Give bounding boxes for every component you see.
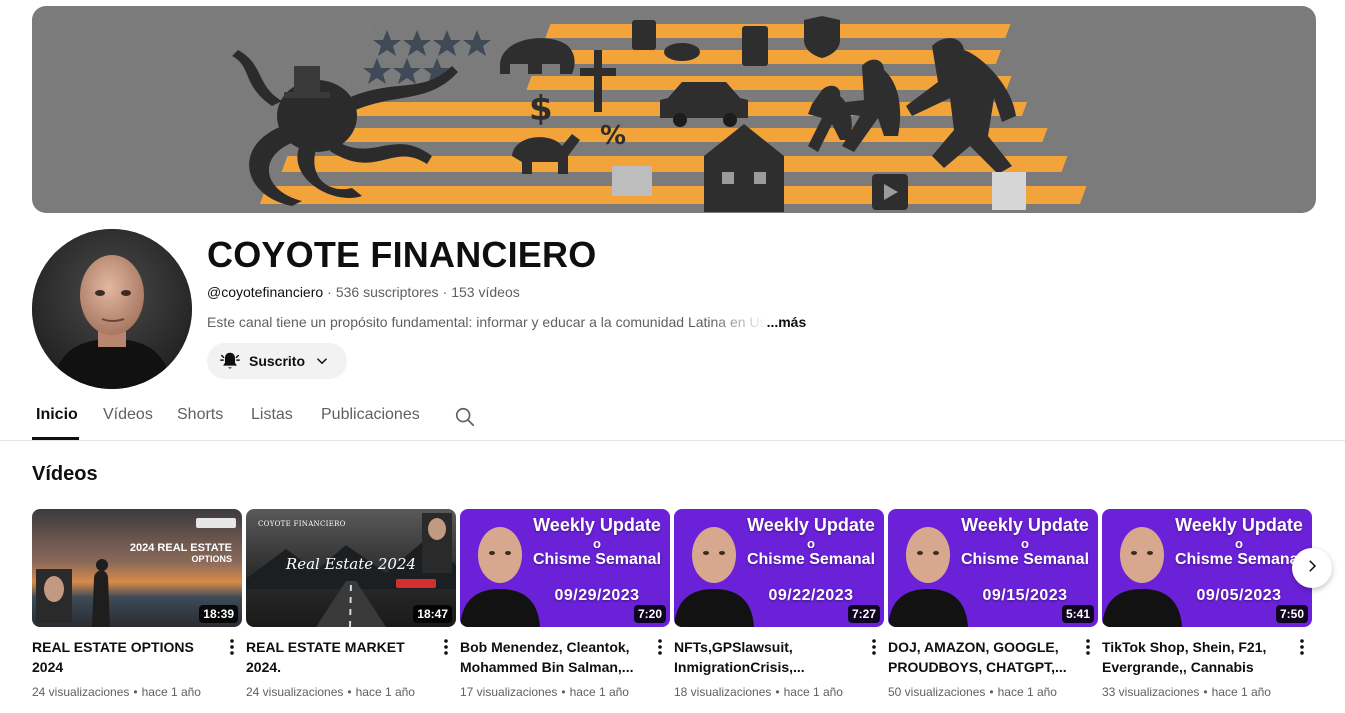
- video-card[interactable]: Weekly Update o Chisme Semanal 09/15/202…: [888, 509, 1098, 699]
- video-stats: 33 visualizaciones • hace 1 año: [1102, 685, 1271, 699]
- video-title[interactable]: TikTok Shop, Shein, F21, Evergrande,, Ca…: [1102, 637, 1290, 677]
- channel-handle[interactable]: @coyotefinanciero: [207, 284, 323, 300]
- video-stats: 17 visualizaciones • hace 1 año: [460, 685, 629, 699]
- tab-listas[interactable]: Listas: [251, 406, 293, 424]
- avatar-image: [32, 229, 192, 389]
- thumbnail-brand: COYOTE FINANCIERO: [258, 520, 346, 528]
- view-count: 18 visualizaciones: [674, 685, 772, 699]
- svg-text:$: $: [529, 89, 553, 129]
- thumbnail-date: 09/22/2023: [768, 587, 854, 604]
- thumbnail-line-1: Weekly Update: [533, 515, 661, 535]
- video-thumbnail[interactable]: 2024 REAL ESTATE OPTIONS 18:39: [32, 509, 242, 627]
- more-link[interactable]: ...más: [767, 314, 807, 330]
- thumbnail-line-1: Weekly Update: [747, 515, 875, 535]
- more-vert-icon[interactable]: [650, 637, 670, 657]
- thumbnail-line-1: Weekly Update: [1175, 515, 1303, 535]
- video-thumbnail[interactable]: Weekly Update o Chisme Semanal 09/22/202…: [674, 509, 884, 627]
- channel-avatar[interactable]: [32, 229, 192, 389]
- section-title: Vídeos: [32, 463, 98, 485]
- video-title[interactable]: REAL ESTATE OPTIONS 2024: [32, 637, 220, 677]
- thumbnail-date: 09/05/2023: [1196, 587, 1282, 604]
- thumbnail-line-3: Chisme Semanal: [960, 551, 1090, 568]
- upload-age: hace 1 año: [1211, 685, 1271, 699]
- thumbnail-line-2: o: [1235, 536, 1243, 551]
- video-title[interactable]: REAL ESTATE MARKET 2024.: [246, 637, 434, 677]
- more-vert-icon[interactable]: [1078, 637, 1098, 657]
- video-stats: 50 visualizaciones • hace 1 año: [888, 685, 1057, 699]
- thumbnail-line-1: Weekly Update: [961, 515, 1089, 535]
- thumbnail-line-3: Chisme Semanal: [746, 551, 876, 568]
- thumbnail-line-2: o: [593, 536, 601, 551]
- more-vert-icon[interactable]: [222, 637, 242, 657]
- video-duration: 7:20: [633, 605, 666, 623]
- channel-description[interactable]: Este canal tiene un propósito fundamenta…: [207, 314, 806, 330]
- video-thumbnail[interactable]: Weekly Update o Chisme Semanal 09/29/202…: [460, 509, 670, 627]
- upload-age: hace 1 año: [355, 685, 415, 699]
- more-vert-icon[interactable]: [1292, 637, 1312, 657]
- video-card[interactable]: COYOTE FINANCIERO Real Estate 2024 18:47…: [246, 509, 456, 699]
- video-count: 153 vídeos: [451, 284, 520, 300]
- video-thumbnail[interactable]: Weekly Update o Chisme Semanal 09/05/202…: [1102, 509, 1312, 627]
- tab-publicaciones[interactable]: Publicaciones: [321, 406, 420, 424]
- thumbnail-subtitle: OPTIONS: [191, 554, 232, 564]
- chevron-down-icon: [313, 352, 331, 370]
- view-count: 24 visualizaciones: [246, 685, 344, 699]
- chevron-right-icon: [1303, 557, 1321, 580]
- more-vert-icon[interactable]: [436, 637, 456, 657]
- more-vert-icon[interactable]: [864, 637, 884, 657]
- carousel-next-button[interactable]: [1292, 548, 1332, 588]
- upload-age: hace 1 año: [783, 685, 843, 699]
- active-tab-indicator: [32, 437, 79, 440]
- upload-age: hace 1 año: [997, 685, 1057, 699]
- view-count: 24 visualizaciones: [32, 685, 130, 699]
- thumbnail-title: 2024 REAL ESTATE: [129, 542, 232, 554]
- subscriber-count: 536 suscriptores: [335, 284, 439, 300]
- video-duration: 7:27: [847, 605, 880, 623]
- channel-tabs: Inicio Vídeos Shorts Listas Publicacione…: [0, 396, 1345, 441]
- thumbnail-line-3: Chisme Semanal: [1174, 551, 1304, 568]
- video-card[interactable]: Weekly Update o Chisme Semanal 09/05/202…: [1102, 509, 1312, 699]
- video-duration: 18:47: [413, 605, 452, 623]
- upload-age: hace 1 año: [569, 685, 629, 699]
- video-title[interactable]: Bob Menendez, Cleantok, Mohammed Bin Sal…: [460, 637, 648, 677]
- view-count: 17 visualizaciones: [460, 685, 558, 699]
- video-thumbnail[interactable]: COYOTE FINANCIERO Real Estate 2024 18:47: [246, 509, 456, 627]
- banner-illustration: $ %: [232, 16, 1087, 212]
- video-duration: 5:41: [1061, 605, 1094, 623]
- svg-text:%: %: [600, 121, 626, 151]
- video-duration: 18:39: [199, 605, 238, 623]
- video-stats: 18 visualizaciones • hace 1 año: [674, 685, 843, 699]
- video-stats: 24 visualizaciones • hace 1 año: [32, 685, 201, 699]
- thumbnail-line-3: Chisme Semanal: [532, 551, 662, 568]
- tab-shorts[interactable]: Shorts: [177, 406, 223, 424]
- description-text: Este canal tiene un propósito fundamenta…: [207, 314, 767, 330]
- tab-videos[interactable]: Vídeos: [103, 406, 153, 424]
- tab-inicio[interactable]: Inicio: [36, 406, 78, 424]
- video-thumbnail[interactable]: Weekly Update o Chisme Semanal 09/15/202…: [888, 509, 1098, 627]
- thumbnail-title: Real Estate 2024: [285, 555, 417, 573]
- channel-meta: @coyotefinanciero · 536 suscriptores · 153 v…: [207, 284, 520, 300]
- view-count: 50 visualizaciones: [888, 685, 986, 699]
- channel-name: COYOTE FINANCIERO: [207, 234, 597, 275]
- thumbnail-line-2: o: [1021, 536, 1029, 551]
- video-card[interactable]: Weekly Update o Chisme Semanal 09/29/202…: [460, 509, 670, 699]
- video-card[interactable]: 2024 REAL ESTATE OPTIONS 18:39 REAL ESTA…: [32, 509, 242, 699]
- video-duration: 7:50: [1275, 605, 1308, 623]
- upload-age: hace 1 año: [141, 685, 201, 699]
- view-count: 33 visualizaciones: [1102, 685, 1200, 699]
- video-stats: 24 visualizaciones • hace 1 año: [246, 685, 415, 699]
- video-card[interactable]: Weekly Update o Chisme Semanal 09/22/202…: [674, 509, 884, 699]
- channel-banner: $ %: [32, 6, 1316, 213]
- video-title[interactable]: NFTs,GPSlawsuit, InmigrationCrisis,...: [674, 637, 862, 677]
- subscribed-label: Suscrito: [249, 353, 306, 369]
- video-title[interactable]: DOJ, AMAZON, GOOGLE, PROUDBOYS, CHATGPT,…: [888, 637, 1076, 677]
- subscribed-button[interactable]: Suscrito: [207, 343, 348, 379]
- thumbnail-date: 09/29/2023: [554, 587, 640, 604]
- search-icon[interactable]: [454, 406, 476, 428]
- bell-icon: [219, 350, 241, 372]
- thumbnail-date: 09/15/2023: [982, 587, 1068, 604]
- thumbnail-line-2: o: [807, 536, 815, 551]
